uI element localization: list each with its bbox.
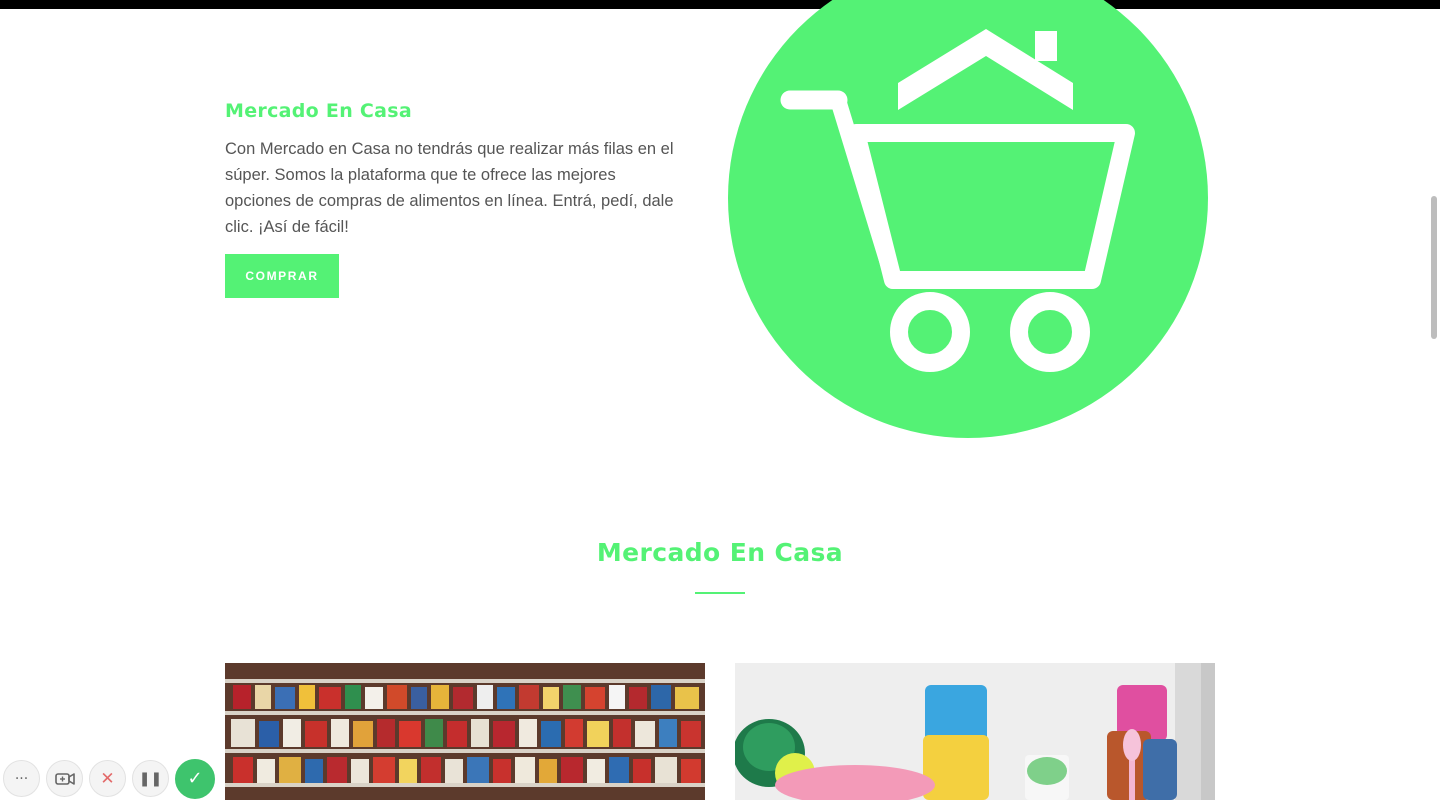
close-icon: ✕ (100, 768, 115, 789)
hero-title: Mercado En Casa (225, 100, 413, 122)
hero-description: Con Mercado en Casa no tendrás que reali… (225, 140, 674, 236)
pause-recording-button[interactable]: ❚❚ (132, 760, 169, 797)
finish-recording-button[interactable]: ✓ (175, 758, 215, 799)
grocery-shelf-image[interactable] (225, 663, 705, 800)
cancel-recording-button[interactable]: ✕ (89, 760, 126, 797)
check-icon: ✓ (187, 768, 203, 789)
buy-button[interactable]: COMPRAR (225, 254, 339, 298)
camera-icon (54, 772, 75, 785)
section-divider (695, 592, 745, 594)
hero-section: Mercado En Casa Con Mercado en Casa no t… (225, 100, 685, 240)
pause-icon: ❚❚ (138, 770, 163, 787)
scrollbar-thumb[interactable] (1431, 196, 1437, 339)
camera-button[interactable] (46, 760, 83, 797)
scrollbar[interactable] (1428, 9, 1440, 800)
section-title: Mercado En Casa (596, 538, 844, 567)
top-bar (0, 0, 1440, 9)
ellipsis-icon: ··· (14, 770, 29, 787)
more-options-button[interactable]: ··· (3, 760, 40, 797)
shopping-cart-house-icon (728, 0, 1208, 438)
recorder-controls: ··· ✕ ❚❚ ✓ (0, 757, 215, 800)
household-products-image[interactable] (735, 663, 1215, 800)
